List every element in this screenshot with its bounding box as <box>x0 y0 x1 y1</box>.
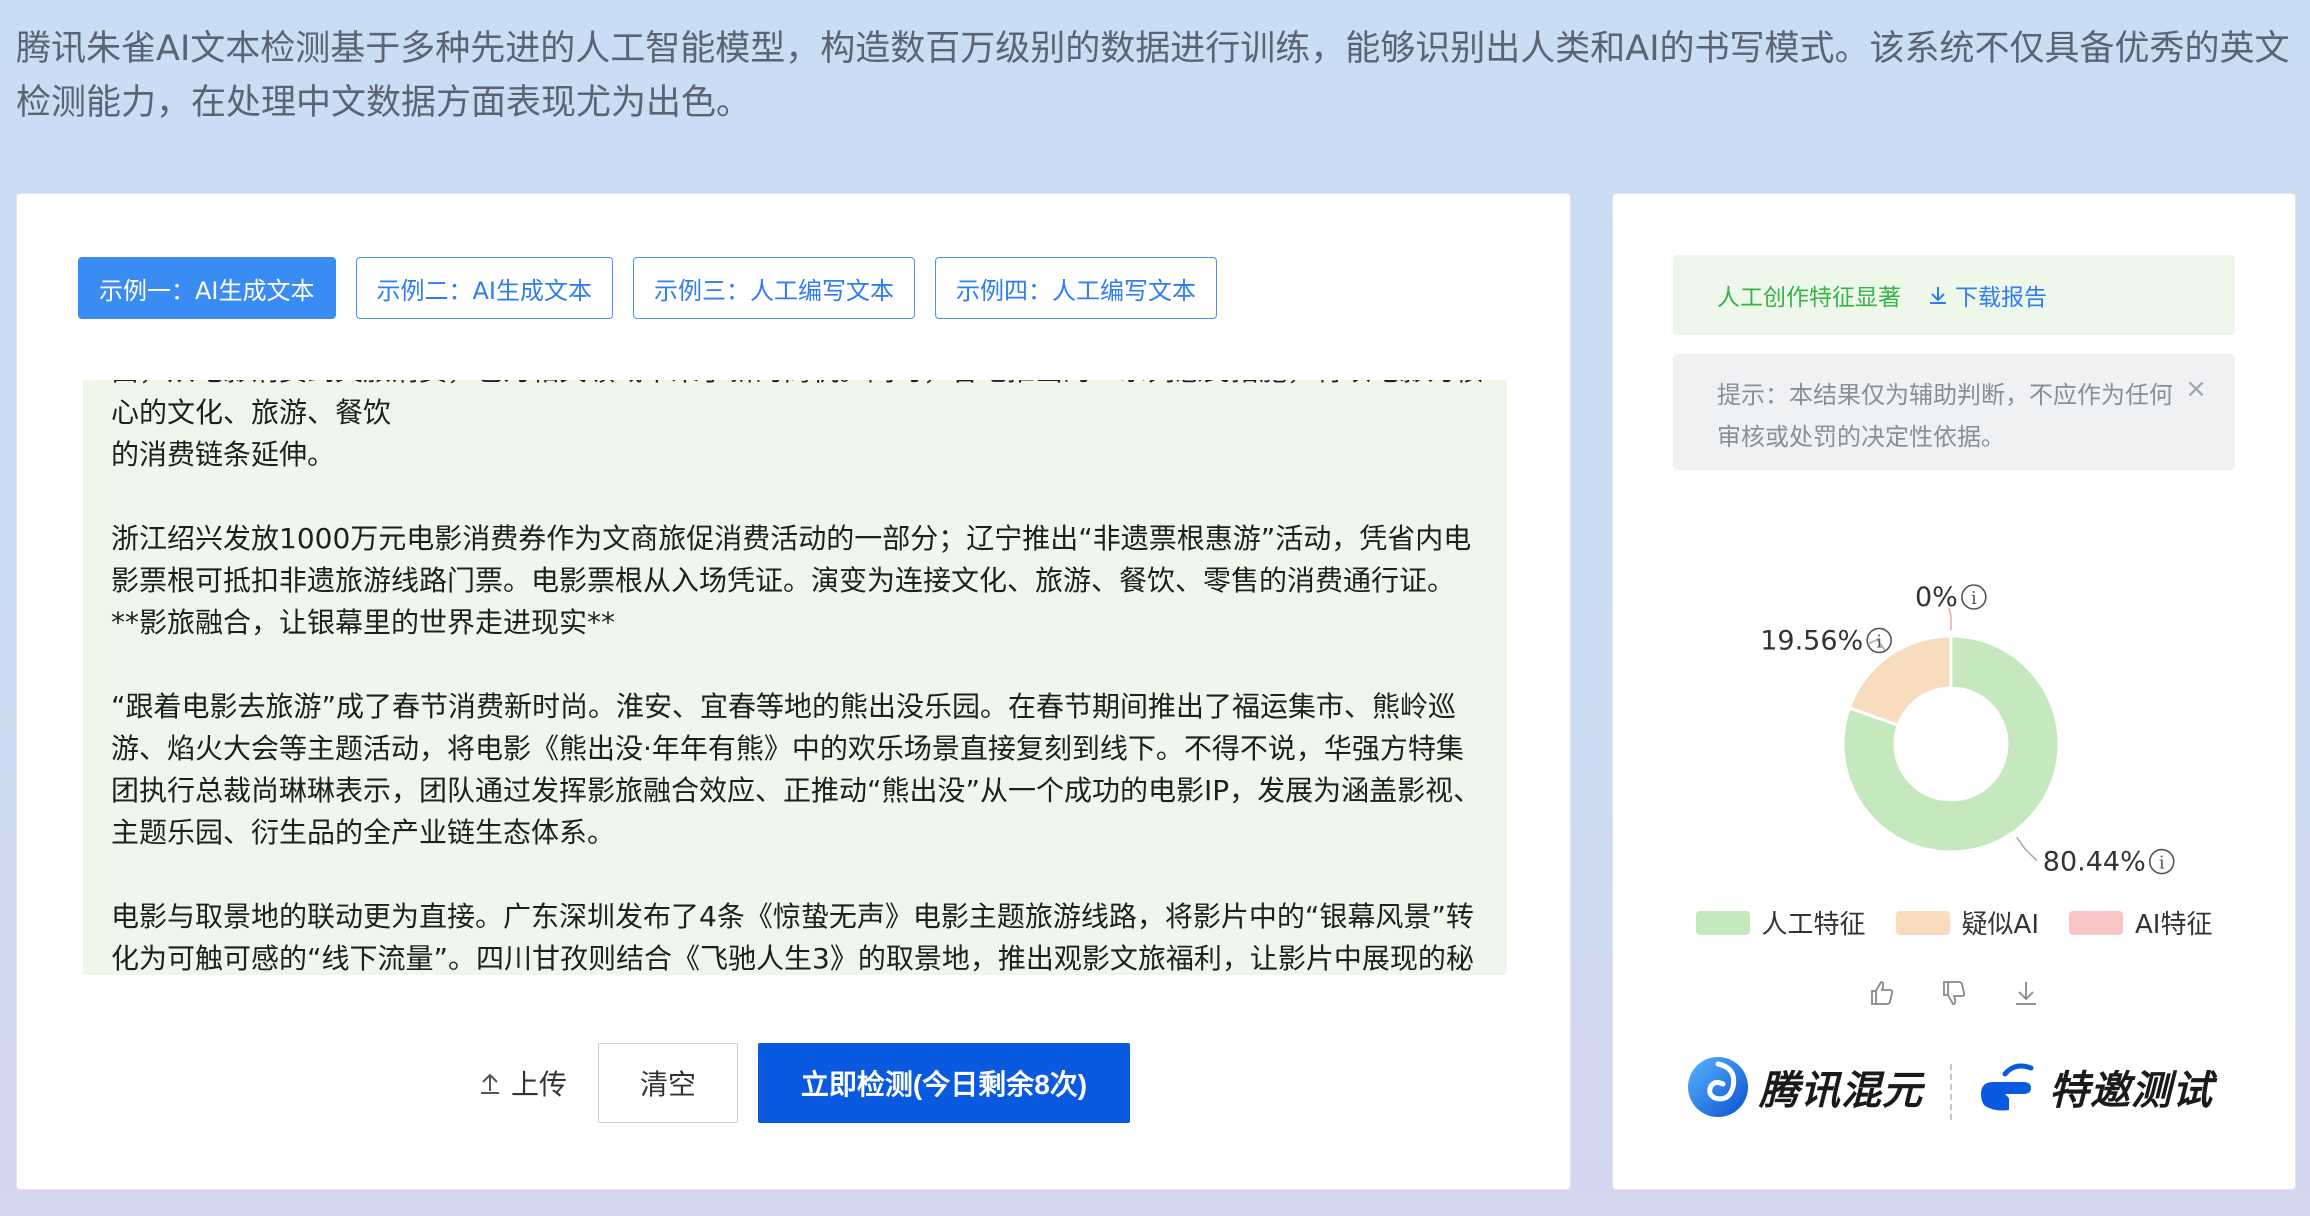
donut-slice-suspected-ai[interactable] <box>1847 634 1953 728</box>
hand-pointing-icon <box>1981 1063 2034 1111</box>
svg-text:i: i <box>1876 631 1882 652</box>
legend-swatch-human <box>1695 910 1750 935</box>
download-report-link[interactable]: 下载报告 <box>1929 278 2047 312</box>
text-paragraph: 的消费链条延伸。 <box>111 438 336 471</box>
data-label-ai: 0% <box>1915 582 1958 613</box>
info-icon[interactable]: i <box>1866 627 1893 654</box>
brand-left-text: 腾讯混元 <box>1759 1068 1923 1114</box>
text-paragraph: “跟着电影去旅游”成了春节消费新时尚。淮安、宜春等地的熊出没乐园。在春节期间推出… <box>111 690 1482 849</box>
legend-item-ai[interactable]: AI特征 <box>2069 904 2212 941</box>
download-icon <box>1930 287 1946 304</box>
brand-hunyuan: 腾讯混元 <box>1685 1054 1923 1120</box>
chart-legend: 人工特征 疑似AI AI特征 <box>1613 904 2295 941</box>
legend-label-ai: AI特征 <box>2135 910 2213 940</box>
upload-button[interactable]: 上传 <box>463 1043 583 1123</box>
thumbs-up-icon[interactable] <box>1867 978 1897 1008</box>
data-label-human: 80.44% <box>2043 847 2146 878</box>
action-bar: 上传 清空 立即检测(今日剩余8次) <box>17 1043 1570 1123</box>
result-panel: 人工创作特征显著 下载报告 提示：本结果仅为辅助判断，不应作为任何审核或处罚的决… <box>1612 193 2296 1190</box>
info-icon[interactable]: i <box>2148 848 2175 875</box>
tip-text: 提示：本结果仅为辅助判断，不应作为任何审核或处罚的决定性依据。 <box>1717 381 2173 451</box>
brand-separator <box>1950 1064 1952 1120</box>
legend-swatch-suspected-ai <box>1895 910 1950 935</box>
svg-text:i: i <box>1971 588 1977 609</box>
upload-icon <box>480 1073 499 1094</box>
svg-text:i: i <box>2159 853 2165 874</box>
brand-right-text: 特邀测试 <box>2049 1068 2213 1114</box>
text-paragraph: 电影与取景地的联动更为直接。广东深圳发布了4条《惊蛰无声》电影主题旅游线路，将影… <box>111 900 1474 975</box>
clear-button[interactable]: 清空 <box>598 1043 738 1123</box>
download-icon[interactable] <box>2011 978 2041 1008</box>
legend-label-human: 人工特征 <box>1761 910 1866 940</box>
intro-text: 腾讯朱雀AI文本检测基于多种先进的人工智能模型，构造数百万级别的数据进行训练，能… <box>16 29 2290 123</box>
text-partial-line: 由，从电影消费到文旅消费，也为相关领域带来了新的商机。同时，各地推出的一系列惠民… <box>111 380 1483 429</box>
example-tabs: 示例一：AI生成文本 示例二：AI生成文本 示例三：人工编写文本 示例四：人工编… <box>78 257 1217 319</box>
text-input-area[interactable]: 由，从电影消费到文旅消费，也为相关领域带来了新的商机。同时，各地推出的一系列惠民… <box>83 380 1507 975</box>
info-icon[interactable]: i <box>1961 584 1987 610</box>
text-content: 由，从电影消费到文旅消费，也为相关领域带来了新的商机。同时，各地推出的一系列惠民… <box>111 380 1487 975</box>
tab-example-2[interactable]: 示例二：AI生成文本 <box>355 257 613 319</box>
feedback-bar <box>1613 978 2295 1008</box>
hunyuan-logo-icon <box>1688 1057 1748 1117</box>
text-paragraph: 浙江绍兴发放1000万元电影消费券作为文商旅促消费活动的一部分；辽宁推出“非遗票… <box>111 522 1472 639</box>
legend-swatch-ai <box>2069 910 2123 935</box>
brand-invite: 特邀测试 <box>1975 1054 2213 1120</box>
tip-notice: 提示：本结果仅为辅助判断，不应作为任何审核或处罚的决定性依据。 × <box>1673 354 2235 470</box>
input-panel: 示例一：AI生成文本 示例二：AI生成文本 示例三：人工编写文本 示例四：人工编… <box>16 193 1571 1190</box>
donut-chart: 80.44% i 19.56% i 0% i <box>1760 582 2175 878</box>
result-summary: 人工创作特征显著 下载报告 <box>1673 255 2235 335</box>
download-report-label: 下载报告 <box>1955 285 2047 311</box>
thumbs-down-icon[interactable] <box>1939 978 1969 1008</box>
detect-button[interactable]: 立即检测(今日剩余8次) <box>758 1043 1130 1123</box>
brand-footer: 腾讯混元 特邀测试 <box>1685 1054 2245 1134</box>
legend-item-human[interactable]: 人工特征 <box>1695 904 1866 941</box>
close-icon[interactable]: × <box>2185 374 2207 404</box>
legend-label-suspected-ai: 疑似AI <box>1961 910 2039 940</box>
tab-example-3[interactable]: 示例三：人工编写文本 <box>633 257 915 319</box>
upload-label: 上传 <box>510 1069 567 1100</box>
data-label-suspected-ai: 19.56% <box>1760 625 1863 656</box>
tab-example-4[interactable]: 示例四：人工编写文本 <box>935 257 1217 319</box>
result-label: 人工创作特征显著 <box>1717 285 1901 311</box>
tab-example-1[interactable]: 示例一：AI生成文本 <box>78 257 336 319</box>
legend-item-suspected-ai[interactable]: 疑似AI <box>1895 904 2039 941</box>
leader-line-human <box>2016 836 2038 862</box>
